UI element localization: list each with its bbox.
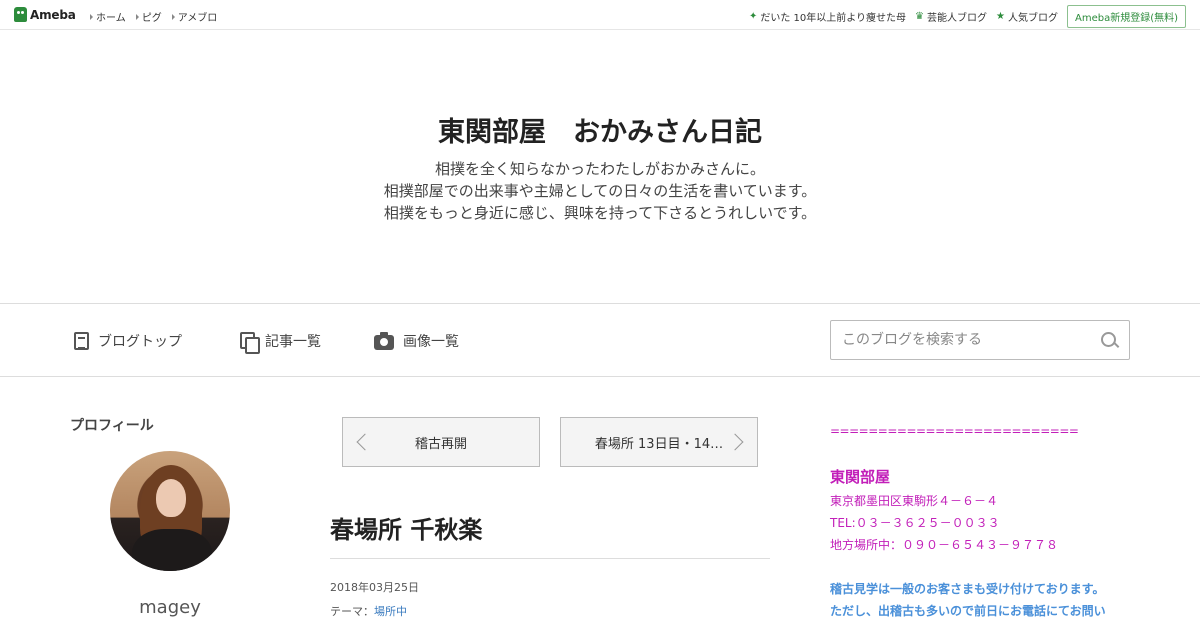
- stable-mobile: 地方場所中：０９０－６５４３－９７７８: [830, 538, 1059, 552]
- global-nav: ホーム ピグ アメブロ: [90, 9, 217, 24]
- profile-heading: プロフィール: [70, 418, 154, 434]
- description-line: 相撲部屋での出来事や主婦としての日々の生活を書いています。: [383, 182, 817, 200]
- stable-address: 東京都墨田区東駒形４－６－４: [830, 494, 999, 508]
- avatar-face: [156, 479, 186, 517]
- prev-entry-button[interactable]: 稽古再開: [342, 417, 540, 467]
- blog-title[interactable]: 東関部屋 おかみさん日記: [0, 110, 1200, 149]
- chevron-right-icon: [726, 433, 744, 451]
- divider: [330, 558, 770, 559]
- visit-note: 稽古見学は一般のお客さまも受け付けております。: [830, 582, 1105, 596]
- chevron-left-icon: [356, 433, 374, 451]
- logo-text: Ameba: [30, 7, 76, 22]
- search-icon[interactable]: [1101, 332, 1119, 350]
- global-header: Ameba ホーム ピグ アメブロ ✦ だいた 10年以上前より痩せた母 ♛ 芸能人…: [0, 0, 1200, 30]
- entry-theme: テーマ：場所中: [330, 605, 407, 618]
- search-input[interactable]: [831, 321, 1091, 359]
- image-list-link[interactable]: 画像一覧: [374, 331, 459, 351]
- description-line: 相撲をもっと身近に感じ、興味を持って下さるとうれしいです。: [383, 204, 817, 222]
- next-entry-button[interactable]: 春場所 13日目・14…: [560, 417, 758, 467]
- nav-pigg[interactable]: ピグ: [135, 9, 162, 24]
- visit-note-2: ただし、出稽古も多いので前日にお電話にてお問い: [830, 604, 1106, 618]
- triangle-right-icon: [135, 13, 139, 20]
- blog-description: 相撲を全く知らなかったわたしがおかみさんに。 相撲部屋での出来事や主婦としての日…: [0, 158, 1200, 224]
- profile-username[interactable]: magey: [70, 597, 270, 618]
- triangle-right-icon: [90, 13, 93, 20]
- entry-list-link[interactable]: 記事一覧: [240, 331, 321, 354]
- camera-icon: [374, 331, 394, 350]
- blog-nav: ブログトップ 記事一覧 画像一覧: [0, 303, 1200, 377]
- popular-blog-link[interactable]: ★ 人気ブログ: [996, 9, 1058, 24]
- star-icon: ★: [996, 11, 1005, 22]
- sidebar-divider: ==========================: [830, 424, 1079, 438]
- entry-date: 2018年03月25日: [330, 581, 419, 594]
- blog-search: [830, 320, 1130, 360]
- entry-title[interactable]: 春場所 千秋楽: [330, 510, 482, 545]
- blog-top-link[interactable]: ブログトップ: [74, 331, 182, 351]
- sidebar-info: ========================== 東関部屋 東京都墨田区東駒…: [830, 420, 1170, 622]
- avatar-body: [132, 529, 212, 571]
- triangle-right-icon: [171, 13, 175, 20]
- description-line: 相撲を全く知らなかったわたしがおかみさんに。: [434, 160, 765, 178]
- nav-ameblo[interactable]: アメブロ: [171, 9, 217, 24]
- document-icon: [74, 332, 89, 350]
- theme-link[interactable]: 場所中: [374, 605, 407, 618]
- stable-tel: TEL:０３－３６２５－００３３: [830, 516, 1000, 530]
- nav-home[interactable]: ホーム: [90, 9, 126, 24]
- register-button[interactable]: Ameba新規登録(無料): [1066, 5, 1186, 28]
- recommend-link[interactable]: ✦ だいた 10年以上前より痩せた母: [749, 9, 906, 24]
- ameba-logo[interactable]: Ameba: [14, 7, 76, 22]
- crown-icon: ♛: [915, 11, 925, 22]
- avatar[interactable]: [110, 451, 230, 571]
- header-right-links: ✦ だいた 10年以上前より痩せた母 ♛ 芸能人ブログ ★ 人気ブログ Ameba新規…: [749, 5, 1186, 28]
- ameba-logo-icon: [14, 7, 27, 22]
- copy-icon: [240, 332, 260, 354]
- stable-name: 東関部屋: [830, 468, 891, 486]
- sparkle-icon: ✦: [748, 11, 758, 22]
- celebrity-blog-link[interactable]: ♛ 芸能人ブログ: [915, 9, 987, 24]
